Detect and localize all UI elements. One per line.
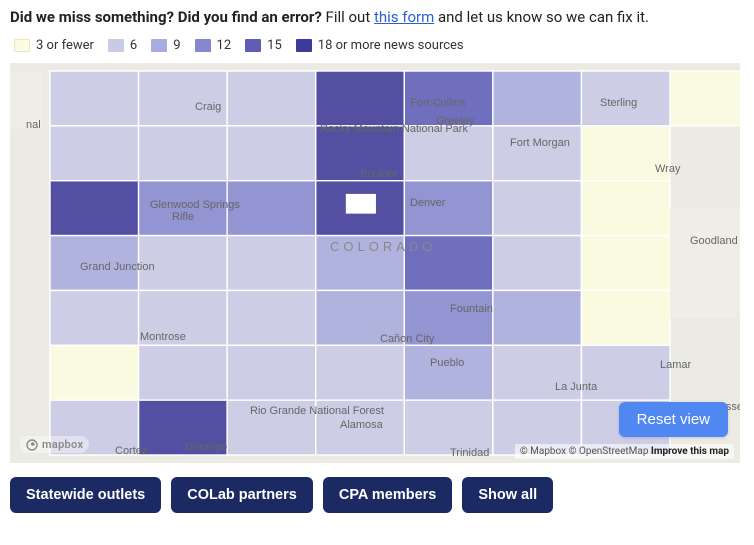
- filter-cpa-members[interactable]: CPA members: [323, 477, 453, 513]
- county-region[interactable]: [493, 290, 582, 345]
- legend-swatch-2: [151, 39, 167, 52]
- map-legend: 3 or fewer 6 9 12 15 18 or more news sources: [10, 38, 744, 53]
- county-region[interactable]: [493, 126, 582, 181]
- county-region[interactable]: [581, 290, 670, 345]
- map-attribution: © Mapbox © OpenStreetMap Improve this ma…: [515, 444, 734, 459]
- attr-osm[interactable]: © OpenStreetMap: [569, 446, 649, 457]
- form-link[interactable]: this form: [374, 8, 434, 26]
- county-region[interactable]: [227, 71, 316, 126]
- county-region[interactable]: [139, 290, 228, 345]
- legend-label-4: 15: [267, 38, 282, 53]
- county-region[interactable]: [139, 236, 228, 291]
- county-region[interactable]: [227, 400, 316, 455]
- county-region[interactable]: [227, 290, 316, 345]
- county-region[interactable]: [50, 181, 139, 236]
- county-region[interactable]: [493, 345, 582, 400]
- county-region[interactable]: [404, 71, 493, 126]
- filter-statewide-outlets[interactable]: Statewide outlets: [10, 477, 161, 513]
- county-region[interactable]: [139, 71, 228, 126]
- county-region[interactable]: [139, 400, 228, 455]
- county-region[interactable]: [404, 181, 493, 236]
- legend-swatch-0: [14, 39, 30, 52]
- mapbox-logo: mapbox: [20, 436, 89, 453]
- county-region[interactable]: [139, 345, 228, 400]
- county-region[interactable]: [581, 126, 670, 181]
- county-region[interactable]: [139, 181, 228, 236]
- header-bold: Did we miss something? Did you find an e…: [10, 8, 322, 26]
- county-region[interactable]: [493, 71, 582, 126]
- legend-label-0: 3 or fewer: [36, 38, 94, 53]
- county-region[interactable]: [581, 236, 670, 291]
- county-region[interactable]: [404, 345, 493, 400]
- county-region[interactable]: [50, 71, 139, 126]
- county-region[interactable]: [227, 126, 316, 181]
- county-region[interactable]: [227, 181, 316, 236]
- attr-mapbox[interactable]: © Mapbox: [520, 446, 566, 457]
- county-region[interactable]: [227, 236, 316, 291]
- county-region[interactable]: [493, 236, 582, 291]
- legend-swatch-5: [296, 39, 312, 52]
- county-region[interactable]: [139, 126, 228, 181]
- filter-bar: Statewide outlets COLab partners CPA membe…: [10, 477, 744, 513]
- county-region[interactable]: [493, 181, 582, 236]
- header-suffix: and let us know so we can fix it.: [434, 8, 649, 26]
- county-region[interactable]: [316, 400, 405, 455]
- filter-show-all[interactable]: Show all: [462, 477, 553, 513]
- county-region[interactable]: [670, 71, 740, 126]
- county-region[interactable]: [581, 345, 670, 400]
- mapbox-logo-text: mapbox: [42, 438, 83, 451]
- attr-improve[interactable]: Improve this map: [651, 446, 729, 457]
- county-region[interactable]: [581, 181, 670, 236]
- legend-label-5: 18 or more news sources: [318, 38, 464, 53]
- county-region[interactable]: [581, 71, 670, 126]
- county-region[interactable]: [316, 236, 405, 291]
- header-notice: Did we miss something? Did you find an e…: [10, 8, 744, 26]
- reset-view-button[interactable]: Reset view: [619, 402, 728, 437]
- county-region[interactable]: [316, 290, 405, 345]
- legend-label-3: 12: [217, 38, 232, 53]
- header-prefix: Fill out: [322, 8, 374, 26]
- county-region[interactable]: [316, 126, 405, 181]
- county-region[interactable]: [227, 345, 316, 400]
- legend-swatch-4: [245, 39, 261, 52]
- county-region[interactable]: [404, 290, 493, 345]
- county-region[interactable]: [404, 400, 493, 455]
- county-region[interactable]: [50, 236, 139, 291]
- legend-swatch-3: [195, 39, 211, 52]
- legend-label-1: 6: [130, 38, 137, 53]
- county-region[interactable]: [316, 71, 405, 126]
- map-container[interactable]: COLORADO Fort CollinsGreeleySterlingFort…: [10, 63, 740, 463]
- county-region[interactable]: [404, 126, 493, 181]
- county-region[interactable]: [316, 345, 405, 400]
- filter-colab-partners[interactable]: COLab partners: [171, 477, 313, 513]
- county-region[interactable]: [50, 345, 139, 400]
- county-region[interactable]: [50, 290, 139, 345]
- county-region[interactable]: [50, 126, 139, 181]
- legend-swatch-1: [108, 39, 124, 52]
- county-region[interactable]: [404, 236, 493, 291]
- legend-label-2: 9: [173, 38, 180, 53]
